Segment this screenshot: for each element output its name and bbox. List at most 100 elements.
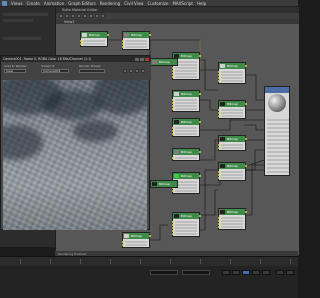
- node-title: Bitmap: [131, 33, 142, 37]
- viewport-toolbar-row: [3, 37, 41, 40]
- window-buttons: [135, 57, 149, 61]
- show-map-icon[interactable]: [95, 14, 99, 18]
- y-coordinate-field[interactable]: [182, 270, 210, 275]
- menu-bar: Views Create Animation Graph Editors Ren…: [0, 0, 298, 7]
- menu-customize[interactable]: Customize: [147, 1, 168, 6]
- copy-image-icon[interactable]: [135, 69, 139, 73]
- node-title: Bitmap: [181, 214, 192, 218]
- node-bitmap[interactable]: Bitmap: [150, 58, 178, 66]
- node-bitmap[interactable]: Bitmap: [122, 232, 151, 248]
- pan-icon[interactable]: [286, 270, 294, 275]
- material-node-header: [265, 87, 289, 93]
- node-bitmap[interactable]: Bitmap: [150, 180, 178, 188]
- node-title: Bitmap: [181, 92, 192, 96]
- node-thumbnail: [174, 92, 179, 96]
- render-controls: Area to Render: View Viewport: Camera001…: [1, 62, 151, 80]
- node-title: Bitmap: [227, 137, 238, 141]
- x-coordinate-field[interactable]: [150, 270, 178, 275]
- minimize-icon[interactable]: [135, 57, 139, 61]
- close-icon[interactable]: [145, 57, 149, 61]
- go-to-start-button[interactable]: [222, 270, 230, 275]
- pick-material-icon[interactable]: [65, 14, 69, 18]
- node-bitmap[interactable]: Bitmap: [172, 52, 201, 80]
- clear-image-icon[interactable]: [141, 69, 145, 73]
- node-thumbnail: [174, 174, 179, 178]
- select-tool-icon[interactable]: [59, 14, 63, 18]
- node-thumbnail: [220, 64, 225, 68]
- menu-rendering[interactable]: Rendering: [100, 1, 120, 6]
- delete-icon[interactable]: [77, 14, 81, 18]
- menu-graph-editors[interactable]: Graph Editors: [68, 1, 95, 6]
- node-bitmap[interactable]: Bitmap: [172, 118, 201, 137]
- node-title: Bitmap: [159, 182, 170, 186]
- menu-civil-view[interactable]: Civil View: [124, 1, 143, 6]
- node-thumbnail: [174, 214, 179, 218]
- node-thumbnail: [174, 120, 179, 124]
- node-thumbnail: [220, 102, 225, 106]
- node-bitmap[interactable]: Bitmap: [218, 208, 247, 230]
- node-bitmap[interactable]: Bitmap: [122, 31, 151, 50]
- rendered-image: [3, 80, 147, 230]
- timeline[interactable]: [0, 256, 298, 266]
- menu-views[interactable]: Views: [11, 1, 23, 6]
- tab-view1[interactable]: View1: [64, 20, 75, 24]
- node-title: Bitmap: [227, 102, 238, 106]
- node-thumbnail: [220, 210, 225, 214]
- move-children-icon[interactable]: [83, 14, 87, 18]
- node-thumbnail: [82, 33, 87, 37]
- node-thumbnail: [124, 234, 129, 238]
- viewport-label: Viewport:: [41, 64, 56, 68]
- node-bitmap[interactable]: Bitmap: [172, 90, 201, 112]
- save-image-icon[interactable]: [129, 69, 133, 73]
- previous-frame-button[interactable]: [232, 270, 240, 275]
- layout-icon[interactable]: [101, 14, 105, 18]
- node-bitmap[interactable]: Bitmap: [218, 162, 247, 181]
- node-thumbnail: [124, 33, 129, 37]
- preset-label: Render Preset:: [79, 64, 101, 68]
- node-title: Bitmap: [89, 33, 100, 37]
- menu-maxscript[interactable]: MAXScript: [172, 1, 193, 6]
- next-frame-button[interactable]: [252, 270, 260, 275]
- node-title: Bitmap: [227, 164, 238, 168]
- zoom-icon[interactable]: [276, 270, 284, 275]
- status-text: Rendering finished: [58, 251, 87, 256]
- node-thumbnail: [220, 137, 225, 141]
- node-title: Bitmap: [181, 120, 192, 124]
- node-thumbnail: [220, 164, 225, 168]
- node-thumbnail: [152, 60, 157, 64]
- node-bitmap[interactable]: Bitmap: [218, 62, 247, 84]
- node-bitmap[interactable]: Bitmap: [172, 212, 201, 237]
- node-title: Bitmap: [159, 60, 170, 64]
- node-thumbnail: [174, 150, 179, 154]
- node-thumbnail: [152, 182, 157, 186]
- node-title: Bitmap: [131, 234, 142, 238]
- assign-material-icon[interactable]: [71, 14, 75, 18]
- play-button[interactable]: [242, 270, 250, 275]
- material-node[interactable]: [264, 86, 290, 176]
- render-button-icon[interactable]: [123, 69, 127, 73]
- hide-unused-icon[interactable]: [89, 14, 93, 18]
- node-bitmap[interactable]: Bitmap: [172, 148, 201, 161]
- node-bitmap[interactable]: Bitmap: [218, 100, 247, 119]
- maximize-icon[interactable]: [140, 57, 144, 61]
- menu-create[interactable]: Create: [27, 1, 40, 6]
- menu-animation[interactable]: Animation: [44, 1, 64, 6]
- area-dropdown[interactable]: View: [4, 69, 26, 73]
- node-title: Bitmap: [181, 54, 192, 58]
- node-title: Bitmap: [181, 150, 192, 154]
- bottom-status-bar: [0, 266, 298, 298]
- viewport-dropdown[interactable]: Camera001: [41, 69, 69, 73]
- viewport-toolbar-row: [3, 13, 48, 16]
- node-title: Bitmap: [181, 174, 192, 178]
- app-logo-icon[interactable]: [2, 0, 7, 6]
- menu-help[interactable]: Help: [197, 1, 206, 6]
- go-to-end-button[interactable]: [262, 270, 270, 275]
- render-window-title: Camera001, frame 0, RGBA Color 16 Bits/C…: [3, 57, 92, 61]
- node-bitmap[interactable]: Bitmap: [80, 31, 109, 47]
- area-label: Area to Render:: [4, 64, 28, 68]
- node-bitmap[interactable]: Bitmap: [218, 135, 247, 151]
- preset-dropdown[interactable]: [79, 69, 105, 73]
- viewport-toolbar-row: [3, 19, 33, 22]
- node-title: Bitmap: [227, 210, 238, 214]
- node-title: Bitmap: [227, 64, 238, 68]
